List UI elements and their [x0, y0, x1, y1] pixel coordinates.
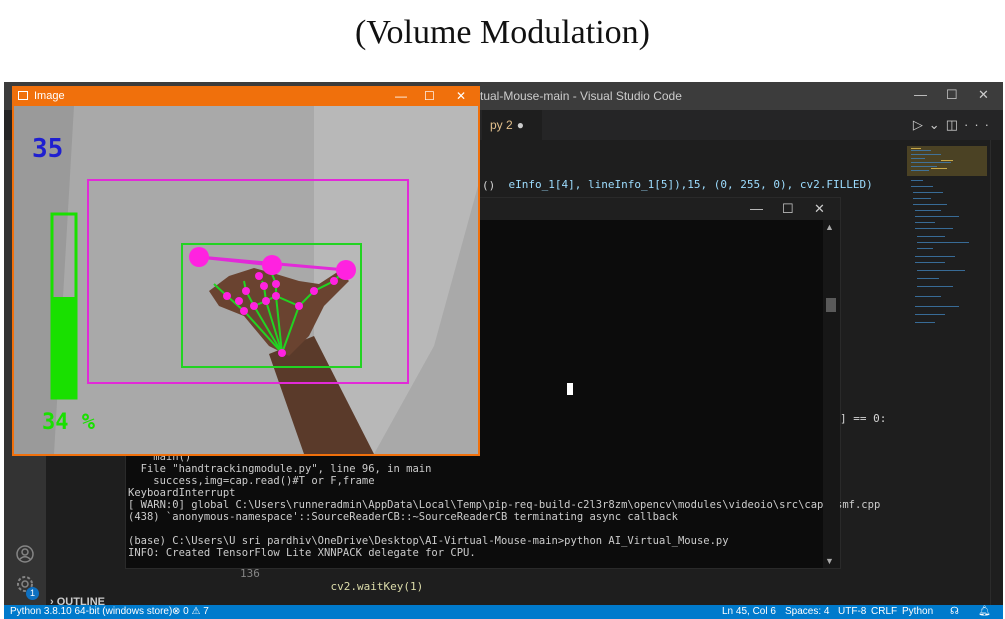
notifications-icon[interactable]: 🔔︎: [978, 606, 991, 617]
terminal-line: INFO: Created TensorFlow Lite XNNPACK de…: [128, 547, 476, 559]
scroll-up-icon[interactable]: ▲: [825, 222, 834, 232]
editor-scrollbar[interactable]: [990, 140, 1003, 605]
terminal-line: [ WARN:0] global C:\Users\runneradmin\Ap…: [128, 499, 881, 511]
code-line[interactable]: ] == 0:: [840, 412, 886, 425]
maximize-icon[interactable]: ☐: [424, 89, 435, 103]
encoding[interactable]: UTF-8: [838, 606, 866, 617]
editor-actions[interactable]: ▷⌄◫···: [913, 117, 995, 133]
terminal-line: KeyboardInterrupt: [128, 487, 236, 499]
line-ending[interactable]: CRLF: [871, 606, 897, 617]
code-text: cv2.waitKey(1): [330, 580, 424, 593]
volume-bar-fill: [52, 297, 76, 398]
problems-indicator[interactable]: ⊗ 0 ⚠ 7: [172, 606, 209, 617]
camera-scene: [14, 106, 478, 454]
camera-feed: 35 34 %: [14, 106, 478, 454]
code-text: eInfo_1[4], lineInfo_1[5]),15, (0, 255, …: [508, 178, 873, 191]
settings-badge: 1: [26, 587, 39, 600]
figure-caption: (Volume Modulation): [355, 14, 650, 51]
code-line[interactable]: (): [482, 179, 495, 192]
status-bar: Python 3.8.10 64-bit (windows store) ⊗ 0…: [4, 605, 1003, 619]
window-app-icon: [18, 91, 28, 100]
terminal-line: File "handtrackingmodule.py", line 96, i…: [128, 463, 432, 475]
close-icon[interactable]: ✕: [978, 87, 989, 103]
unsaved-dot-icon: ●: [516, 118, 524, 132]
code-line[interactable]: cv2.waitKey(1): [304, 567, 424, 606]
image-window[interactable]: Image — ☐ ✕ 35 34 %: [12, 86, 480, 456]
more-actions-icon[interactable]: ···: [964, 117, 995, 132]
editor-tab[interactable]: py 2 ●: [482, 110, 542, 140]
midpoint-marker: [262, 255, 282, 275]
volume-value: 35: [32, 134, 64, 164]
account-icon[interactable]: [14, 544, 36, 566]
image-window-titlebar: Image — ☐ ✕: [12, 86, 480, 106]
minimap[interactable]: [907, 146, 987, 346]
feedback-icon[interactable]: ☊: [950, 606, 959, 617]
cursor-position[interactable]: Ln 45, Col 6: [722, 606, 776, 617]
image-window-title: Image: [34, 90, 65, 102]
minimize-icon[interactable]: —: [750, 201, 763, 216]
vscode-window-title: rtual-Mouse-main - Visual Studio Code: [476, 89, 682, 103]
minimize-icon[interactable]: —: [914, 87, 927, 102]
terminal-scroll-thumb[interactable]: [826, 298, 836, 312]
thumb-tip-marker: [189, 247, 209, 267]
terminal-scrollbar[interactable]: [823, 220, 840, 568]
minimize-icon[interactable]: —: [395, 89, 407, 103]
indentation[interactable]: Spaces: 4: [785, 606, 829, 617]
close-icon[interactable]: ✕: [814, 201, 825, 217]
maximize-icon[interactable]: ☐: [946, 87, 958, 103]
volume-percent-label: 34 %: [42, 410, 95, 435]
close-icon[interactable]: ✕: [456, 89, 466, 103]
terminal-cursor: [567, 383, 573, 395]
terminal-line: (438) `anonymous-namespace'::SourceReade…: [128, 511, 678, 523]
python-interpreter[interactable]: Python 3.8.10 64-bit (windows store): [10, 606, 172, 617]
editor-tab-label: py 2: [490, 118, 513, 132]
terminal-line: (base) C:\Users\U sri pardhiv\OneDrive\D…: [128, 535, 729, 547]
run-icon[interactable]: ▷⌄: [913, 117, 946, 132]
index-tip-marker: [336, 260, 356, 280]
terminal-line: success,img=cap.read()#T or F,frame: [128, 475, 375, 487]
scroll-down-icon[interactable]: ▼: [825, 556, 834, 566]
maximize-icon[interactable]: ☐: [782, 201, 794, 217]
split-editor-icon[interactable]: ◫: [946, 117, 964, 132]
language-mode[interactable]: Python: [902, 606, 933, 617]
